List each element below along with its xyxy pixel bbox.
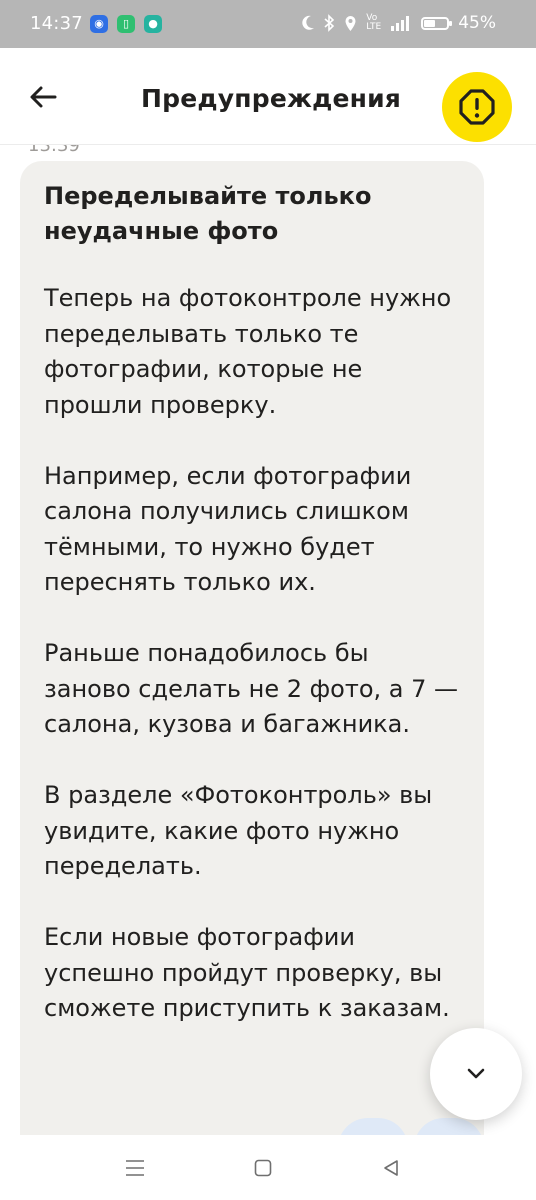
chat-app-icon: ● bbox=[144, 15, 162, 33]
status-time: 14:37 bbox=[30, 13, 83, 34]
battery-icon bbox=[421, 16, 453, 30]
menu-icon bbox=[126, 1160, 144, 1176]
moon-icon bbox=[302, 15, 315, 30]
status-bar: 14:37 ◉ ▯ ● Vo LTE 45% bbox=[0, 0, 536, 48]
message-title: Переделывайте только неудачные фото bbox=[44, 182, 372, 245]
back-triangle-icon bbox=[384, 1160, 398, 1176]
message-feed[interactable]: 13:39 Переделывайте только неудачные фот… bbox=[0, 145, 536, 1135]
message-paragraph: Раньше понадобилось бы заново сделать не… bbox=[44, 639, 458, 738]
message-bubble: Переделывайте только неудачные фото Тепе… bbox=[20, 161, 484, 1135]
menu-button[interactable] bbox=[120, 1153, 150, 1183]
arrow-left-icon bbox=[30, 86, 57, 108]
back-nav-button[interactable] bbox=[376, 1153, 406, 1183]
page-title: Предупреждения bbox=[141, 84, 402, 113]
message-time: 13:39 bbox=[28, 145, 80, 156]
battery-level: 45% bbox=[458, 13, 496, 33]
message-paragraph: Теперь на фотоконтроле нужно переделыват… bbox=[44, 284, 452, 419]
signal-icon bbox=[391, 16, 410, 31]
message-paragraph: В разделе «Фотоконтроль» вы увидите, как… bbox=[44, 781, 433, 880]
home-icon bbox=[254, 1159, 272, 1177]
back-button[interactable] bbox=[22, 76, 64, 118]
system-nav-bar bbox=[0, 1135, 536, 1200]
exclamation-icon bbox=[459, 89, 495, 125]
app-header: Предупреждения bbox=[0, 48, 536, 145]
blue-app-icon: ◉ bbox=[90, 15, 108, 33]
chevron-down-icon bbox=[467, 1068, 485, 1079]
status-icons: Vo LTE 45% bbox=[301, 13, 496, 33]
scroll-down-button[interactable] bbox=[430, 1028, 522, 1120]
volte-icon: Vo LTE bbox=[366, 13, 382, 32]
bluetooth-icon bbox=[324, 14, 335, 32]
home-button[interactable] bbox=[248, 1153, 278, 1183]
warnings-button[interactable] bbox=[442, 72, 512, 142]
message-paragraph: Например, если фотографии салона получил… bbox=[44, 461, 412, 597]
message-paragraph: Если новые фотографии успешно пройдут пр… bbox=[44, 923, 450, 1022]
green-app-icon: ▯ bbox=[117, 15, 135, 33]
location-icon bbox=[345, 15, 356, 31]
